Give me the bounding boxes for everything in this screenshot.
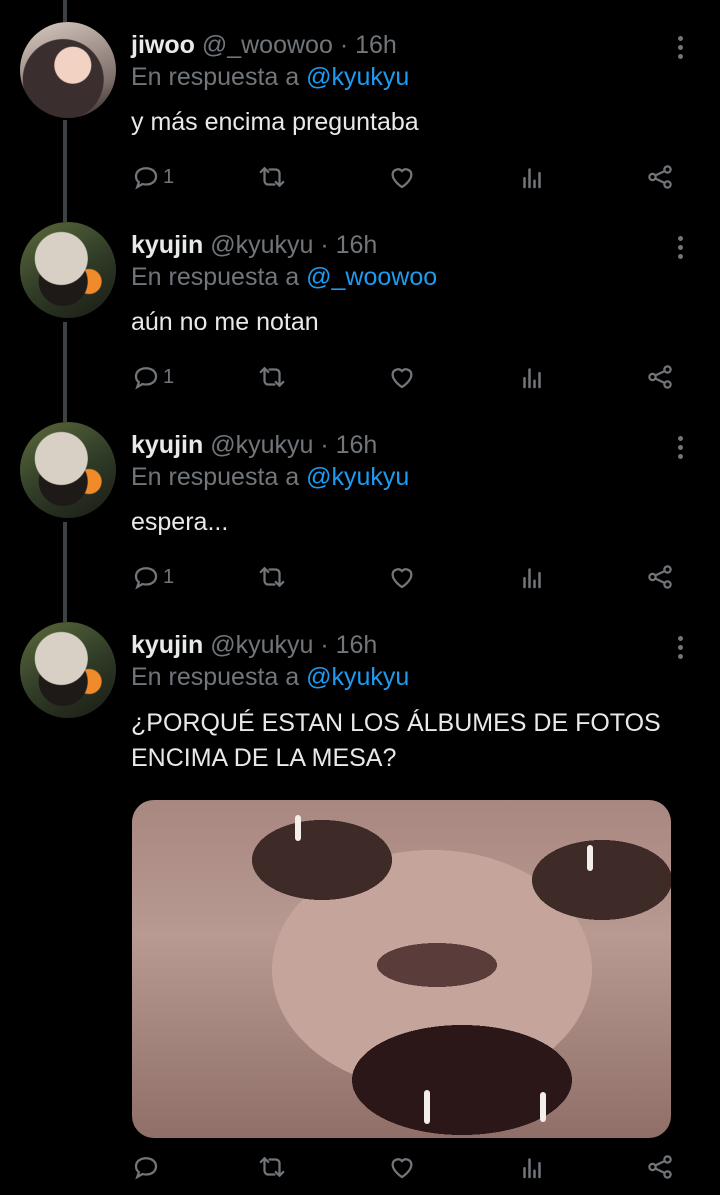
like-button[interactable] [387,359,417,395]
share-button[interactable] [645,359,675,395]
views-icon [523,368,541,389]
action-bar: 1 [0,159,720,195]
tweet-media-image[interactable] [132,800,671,1138]
like-icon [391,568,413,589]
mention-link[interactable]: @kyukyu [306,463,409,491]
handle[interactable]: @kyukyu [210,431,313,459]
retweet-icon [259,167,285,187]
retweet-button[interactable] [257,359,287,395]
mention-link[interactable]: @_woowoo [306,263,437,291]
tweet-text: espera... [131,508,229,536]
reply-context: En respuesta a @kyukyu [131,662,409,692]
more-icon[interactable] [668,236,692,266]
reply-prefix: En respuesta a [131,463,300,491]
reply-button[interactable]: 1 [131,359,174,395]
share-icon [648,565,672,589]
image-detail [540,1092,546,1122]
reply-button[interactable] [131,1149,163,1185]
share-icon [648,365,672,389]
reply-icon [134,1157,158,1180]
avatar[interactable] [20,222,116,318]
action-bar: 1 [0,559,720,595]
tweet-text: ¿PORQUÉ ESTAN LOS ÁLBUMES DE FOTOS ENCIM… [131,706,661,776]
like-icon [391,168,413,189]
tweet[interactable]: jiwoo @_woowoo · 16h En respuesta a @kyu… [0,22,720,222]
reply-count: 1 [163,165,175,188]
views-icon [523,168,541,189]
timestamp[interactable]: · 16h [340,31,397,59]
like-icon [391,368,413,389]
retweet-button[interactable] [257,159,287,195]
reply-icon [134,567,158,590]
timestamp[interactable]: · 16h [320,631,377,659]
reply-context: En respuesta a @_woowoo [131,262,437,292]
timestamp[interactable]: · 16h [320,431,377,459]
views-button[interactable] [517,359,547,395]
reply-count: 1 [163,565,175,588]
reply-button[interactable]: 1 [131,159,174,195]
retweet-icon [259,367,285,387]
action-bar: 1 [0,359,720,395]
reply-count: 1 [163,365,175,388]
like-button[interactable] [387,559,417,595]
share-button[interactable] [645,1149,675,1185]
avatar[interactable] [20,622,116,718]
avatar[interactable] [20,422,116,518]
share-icon [648,1155,672,1179]
tweet-text: y más encima preguntaba [131,108,419,136]
views-button[interactable] [517,1149,547,1185]
more-icon[interactable] [668,36,692,66]
tweet-header: kyujin @kyukyu · 16h [131,630,377,660]
retweet-icon [259,1157,285,1177]
share-icon [648,165,672,189]
display-name[interactable]: kyujin [131,231,203,259]
image-detail [424,1090,430,1124]
tweet-header: jiwoo @_woowoo · 16h [131,30,397,60]
handle[interactable]: @_woowoo [202,31,333,59]
display-name[interactable]: kyujin [131,631,203,659]
avatar[interactable] [20,22,116,118]
views-button[interactable] [517,159,547,195]
reply-context: En respuesta a @kyukyu [131,462,409,492]
like-button[interactable] [387,159,417,195]
image-detail [587,845,593,871]
share-button[interactable] [645,159,675,195]
views-button[interactable] [517,559,547,595]
share-button[interactable] [645,559,675,595]
retweet-button[interactable] [257,1149,287,1185]
display-name[interactable]: kyujin [131,431,203,459]
reply-context: En respuesta a @kyukyu [131,62,409,92]
more-icon[interactable] [668,436,692,466]
tweet[interactable]: kyujin @kyukyu · 16h En respuesta a @_wo… [0,222,720,422]
tweet-text: aún no me notan [131,308,319,336]
timestamp[interactable]: · 16h [320,231,377,259]
tweet[interactable]: kyujin @kyukyu · 16h En respuesta a @kyu… [0,422,720,622]
handle[interactable]: @kyukyu [210,631,313,659]
action-bar [0,1149,720,1185]
mention-link[interactable]: @kyukyu [306,663,409,691]
tweet-text-line: ENCIMA DE LA MESA? [131,744,397,772]
views-icon [523,1158,541,1179]
mention-link[interactable]: @kyukyu [306,63,409,91]
image-detail [295,815,301,841]
tweet-header: kyujin @kyukyu · 16h [131,430,377,460]
reply-icon [134,167,158,190]
like-button[interactable] [387,1149,417,1185]
views-icon [523,568,541,589]
retweet-button[interactable] [257,559,287,595]
reply-icon [134,367,158,390]
display-name[interactable]: jiwoo [131,31,195,59]
tweet-text-line: ¿PORQUÉ ESTAN LOS ÁLBUMES DE FOTOS [131,709,661,737]
tweet-header: kyujin @kyukyu · 16h [131,230,377,260]
retweet-icon [259,567,285,587]
reply-button[interactable]: 1 [131,559,174,595]
reply-prefix: En respuesta a [131,263,300,291]
reply-prefix: En respuesta a [131,663,300,691]
thread-line [63,0,67,22]
like-icon [391,1158,413,1179]
reply-prefix: En respuesta a [131,63,300,91]
more-icon[interactable] [668,636,692,666]
handle[interactable]: @kyukyu [210,231,313,259]
